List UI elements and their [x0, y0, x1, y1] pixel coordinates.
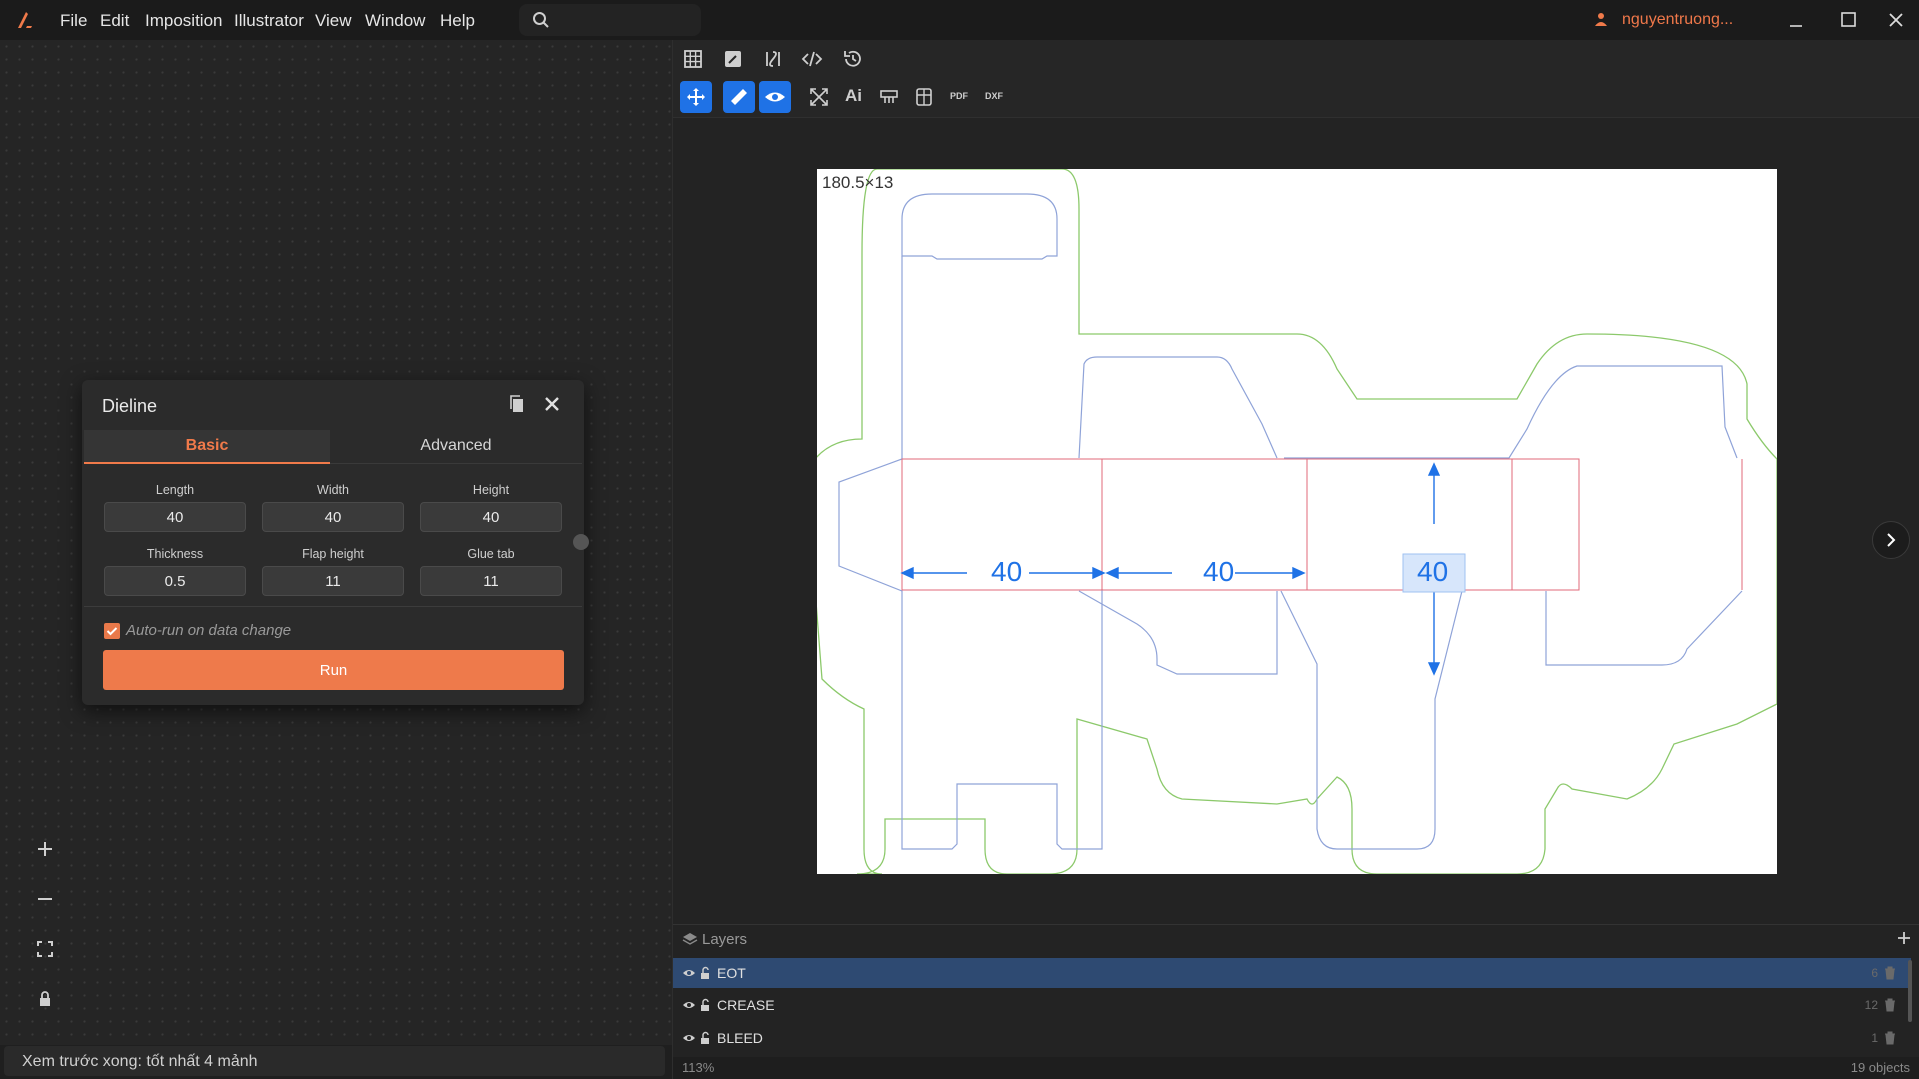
- close-icon[interactable]: [542, 394, 562, 414]
- menu-imposition[interactable]: Imposition: [145, 11, 222, 31]
- layers-icon: [682, 933, 698, 945]
- length-field[interactable]: [104, 502, 246, 532]
- auto-run-label[interactable]: Auto-run on data change: [126, 622, 291, 639]
- menu-window[interactable]: Window: [365, 11, 425, 31]
- layer-row-eot[interactable]: [673, 958, 1911, 988]
- eye-icon: [765, 92, 785, 102]
- trash-icon[interactable]: [1884, 998, 1896, 1012]
- eye-icon[interactable]: [682, 966, 696, 980]
- width-field[interactable]: [262, 502, 404, 532]
- ruler-icon: [731, 89, 747, 105]
- thickness-label: Thickness: [146, 547, 204, 561]
- dialog-title: Dieline: [102, 396, 158, 416]
- width-label: Width: [317, 483, 349, 497]
- fit-screen-icon[interactable]: [34, 938, 56, 960]
- move-icon: [687, 88, 705, 106]
- flap-height-label: Flap height: [302, 547, 364, 561]
- menu-edit[interactable]: Edit: [100, 11, 129, 31]
- add-layer-icon[interactable]: [1896, 930, 1912, 946]
- chevron-right-icon: [1887, 533, 1896, 547]
- flap-height-field[interactable]: [262, 566, 404, 596]
- zoom-out-icon[interactable]: [34, 888, 56, 910]
- grid-icon[interactable]: [681, 47, 705, 71]
- layer-count-bleed: 1: [1871, 1031, 1878, 1045]
- layer-name-eot[interactable]: EOT: [717, 965, 746, 981]
- lock-icon[interactable]: [34, 988, 56, 1010]
- app-logo-icon: [18, 12, 32, 28]
- copy-icon[interactable]: [508, 394, 526, 414]
- status-text: Xem trước xong: tốt nhất 4 mảnh: [22, 1053, 258, 1070]
- ai-export-icon[interactable]: Ai: [845, 86, 862, 106]
- length-measure: 40: [991, 556, 1023, 587]
- close-window-icon[interactable]: [1884, 8, 1908, 32]
- edit-icon[interactable]: [721, 47, 745, 71]
- sheet-icon[interactable]: [912, 85, 936, 109]
- menu-help[interactable]: Help: [440, 11, 475, 31]
- menu-file[interactable]: File: [60, 11, 87, 31]
- object-count: 19 objects: [1850, 1060, 1910, 1075]
- length-label: Length: [155, 483, 195, 497]
- layer-name-bleed[interactable]: BLEED: [717, 1030, 763, 1046]
- tab-basic-label[interactable]: Basic: [84, 437, 330, 455]
- minimize-icon[interactable]: [1784, 8, 1808, 32]
- layer-row-crease[interactable]: [673, 990, 1911, 1020]
- dxf-export-icon[interactable]: DXF: [985, 91, 1003, 101]
- code-icon[interactable]: [800, 47, 824, 71]
- path-icon[interactable]: [761, 47, 785, 71]
- tab-advanced-label[interactable]: Advanced: [330, 437, 582, 455]
- glue-tab-field[interactable]: [420, 566, 562, 596]
- glue-tab-label: Glue tab: [467, 547, 515, 561]
- dialog-divider: [84, 606, 582, 607]
- user-name[interactable]: nguyentruong...: [1622, 11, 1733, 29]
- zoom-in-icon[interactable]: [34, 838, 56, 860]
- trash-icon[interactable]: [1884, 1031, 1896, 1045]
- height-measure: 40: [1417, 556, 1449, 587]
- unlock-icon[interactable]: [698, 1031, 712, 1045]
- zoom-level: 113%: [682, 1060, 715, 1075]
- auto-run-checkbox[interactable]: [104, 623, 120, 639]
- maximize-icon[interactable]: [1836, 8, 1860, 32]
- layer-name-crease[interactable]: CREASE: [717, 997, 775, 1013]
- layer-count-eot: 6: [1871, 966, 1878, 980]
- eye-icon[interactable]: [682, 1031, 696, 1045]
- run-button[interactable]: Run: [103, 650, 564, 690]
- menu-illustrator[interactable]: Illustrator: [234, 11, 304, 31]
- menu-view[interactable]: View: [315, 11, 352, 31]
- layers-title: Layers: [702, 931, 748, 948]
- width-measure: 40: [1203, 556, 1235, 587]
- layer-row-bleed[interactable]: [673, 1022, 1911, 1052]
- height-label: Height: [472, 483, 510, 497]
- trash-icon[interactable]: [1884, 966, 1896, 980]
- footer-bar: [673, 1057, 1919, 1079]
- thickness-field[interactable]: [104, 566, 246, 596]
- layers-scrollbar[interactable]: [1908, 960, 1912, 1022]
- expand-icon[interactable]: [807, 85, 831, 109]
- resize-handle[interactable]: [573, 534, 589, 550]
- dimension-label: 180.5×13: [822, 173, 894, 192]
- height-field[interactable]: [420, 502, 562, 532]
- unlock-icon[interactable]: [698, 998, 712, 1012]
- history-icon[interactable]: [841, 47, 865, 71]
- unlock-icon[interactable]: [698, 966, 712, 980]
- search-icon: [533, 12, 549, 28]
- dimension-arrows: [900, 462, 1466, 676]
- layer-count-crease: 12: [1864, 998, 1878, 1012]
- user-icon: [1595, 13, 1607, 26]
- layout-icon[interactable]: [877, 85, 901, 109]
- eye-icon[interactable]: [682, 998, 696, 1012]
- pdf-export-icon[interactable]: PDF: [950, 91, 968, 101]
